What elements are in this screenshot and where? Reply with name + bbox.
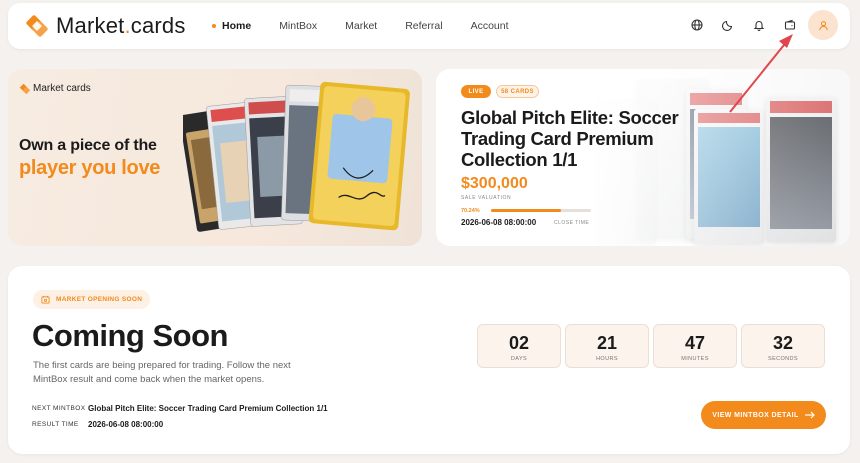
logo-icon — [26, 15, 48, 37]
nav-mintbox[interactable]: MintBox — [279, 20, 317, 32]
view-mintbox-detail-button[interactable]: VIEW MINTBOX DETAIL — [701, 401, 826, 429]
nav-actions — [681, 10, 838, 40]
live-badge: LIVE — [461, 85, 491, 98]
logo-icon — [19, 83, 30, 94]
progress-fill — [491, 209, 562, 212]
moon-icon[interactable] — [713, 10, 743, 40]
countdown-days: 02 DAYS — [477, 324, 561, 368]
top-nav: Market.cards Home MintBox Market Referra… — [8, 3, 850, 49]
user-icon — [818, 20, 828, 30]
result-time-value: 2026-06-08 08:00:00 — [88, 420, 164, 429]
cards-count-badge: 58 CARDS — [496, 85, 539, 98]
nav-account[interactable]: Account — [471, 20, 509, 32]
progress-bar — [491, 209, 591, 212]
calendar-icon — [41, 295, 50, 304]
arrow-right-icon — [804, 411, 815, 419]
result-time-label: RESULT TIME — [32, 421, 79, 428]
hero-banner-left[interactable]: Market cards Own a piece of the player y… — [8, 69, 422, 246]
bell-icon[interactable] — [744, 10, 774, 40]
banner-brand: Market cards — [19, 83, 91, 94]
countdown-hours: 21 HOURS — [565, 324, 649, 368]
active-dot-icon — [212, 24, 216, 28]
countdown-minutes: 47 MINUTES — [653, 324, 737, 368]
globe-icon[interactable] — [682, 10, 712, 40]
collection-price: $300,000 — [461, 175, 528, 192]
next-mintbox-label: NEXT MINTBOX — [32, 405, 86, 412]
banner-accent: player you love — [19, 157, 161, 179]
hero-banner-live[interactable]: LIVE 58 CARDS Global Pitch Elite: Soccer… — [436, 69, 850, 246]
progress-percent: 70.24% — [461, 208, 480, 214]
close-date: 2026-06-08 08:00:00 — [461, 218, 537, 227]
nav-market[interactable]: Market — [345, 20, 377, 32]
nav-referral[interactable]: Referral — [405, 20, 442, 32]
close-time-label: CLOSE TIME — [554, 220, 590, 226]
countdown-seconds: 32 SECONDS — [741, 324, 825, 368]
next-mintbox-value: Global Pitch Elite: Soccer Trading Card … — [88, 404, 328, 413]
page-description: The first cards are being prepared for t… — [33, 360, 291, 385]
market-coming-soon-panel: MARKET OPENING SOON Coming Soon The firs… — [8, 266, 850, 454]
banner-title: Own a piece of the — [19, 137, 157, 154]
status-badge: MARKET OPENING SOON — [33, 290, 151, 309]
page-title: Coming Soon — [32, 318, 228, 353]
logo-text: Market.cards — [56, 13, 186, 38]
price-caption: SALE VALUATION — [461, 195, 512, 201]
card-stack-illustration — [179, 81, 422, 246]
user-avatar[interactable] — [808, 10, 838, 40]
wallet-icon[interactable] — [775, 10, 805, 40]
logo[interactable]: Market.cards — [24, 13, 186, 39]
nav-home[interactable]: Home — [212, 20, 251, 32]
collection-title: Global Pitch Elite: Soccer Trading Card … — [461, 107, 679, 170]
nav-links: Home MintBox Market Referral Account — [212, 20, 537, 32]
